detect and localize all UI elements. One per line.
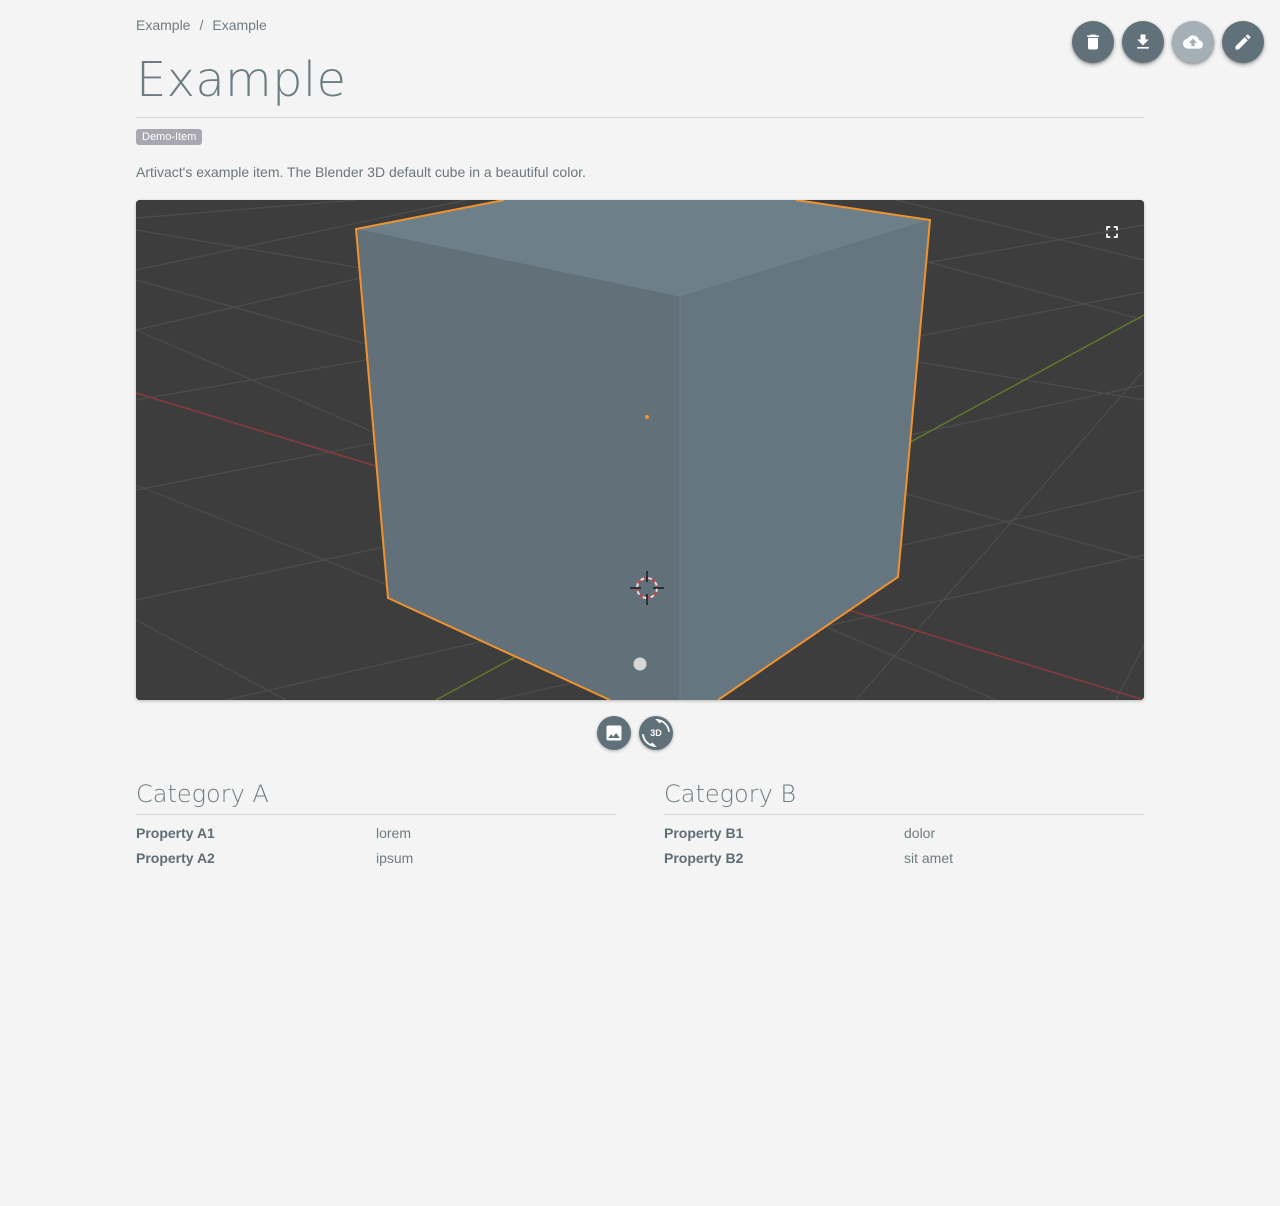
property-name: Property B1 [664, 825, 744, 841]
download-icon [1137, 34, 1149, 49]
3d-label: 3D [650, 728, 662, 738]
property-name: Property A2 [136, 850, 215, 866]
property-value: lorem [376, 825, 412, 841]
trash-icon [1087, 34, 1099, 50]
model-viewer[interactable] [136, 200, 1144, 700]
category-a-title: Category A [136, 780, 269, 808]
property-row: Property A2 ipsum [136, 849, 616, 874]
item-action-buttons [1072, 21, 1264, 63]
property-row: Property B2 sit amet [664, 849, 1144, 874]
viewer-scene [136, 200, 1144, 700]
property-value: dolor [904, 825, 936, 841]
edit-button[interactable] [1222, 21, 1264, 63]
category-b-title: Category B [664, 780, 797, 808]
property-row: Property B1 dolor [664, 824, 1144, 849]
category-a-section: Category A Property A1 lorem Property A2… [136, 778, 616, 874]
breadcrumb: Example / Example [136, 17, 267, 33]
category-b-divider [664, 814, 1144, 815]
breadcrumb-item-root[interactable]: Example [136, 17, 190, 33]
viewer-mode-switcher: 3D [597, 716, 673, 750]
fullscreen-icon [1106, 226, 1118, 238]
property-name: Property A1 [136, 825, 215, 841]
pencil-icon [1235, 34, 1251, 50]
delete-button[interactable] [1072, 21, 1114, 63]
page-title: Example [136, 52, 347, 108]
property-row: Property A1 lorem [136, 824, 616, 849]
image-mode-button[interactable] [597, 716, 631, 750]
origin-point [645, 415, 649, 419]
item-details-page: Example / Example Example Demo-Item Arti… [0, 0, 1280, 1206]
category-a-divider [136, 814, 616, 815]
property-value: sit amet [904, 850, 954, 866]
tag-badge[interactable]: Demo-Item [136, 129, 203, 145]
category-b-section: Category B Property B1 dolor Property B2… [664, 778, 1144, 874]
3d-mode-button[interactable]: 3D [639, 716, 673, 750]
property-value: ipsum [376, 850, 414, 866]
item-description: Artivact's example item. The Blender 3D … [136, 164, 586, 180]
cloud-upload-icon [1183, 35, 1203, 49]
breadcrumb-separator: / [199, 17, 204, 33]
breadcrumb-item-current[interactable]: Example [212, 17, 266, 33]
title-divider [136, 117, 1144, 118]
fullscreen-button[interactable] [1102, 222, 1122, 242]
upload-button[interactable] [1172, 21, 1214, 63]
light-source-icon [633, 657, 647, 671]
image-icon [606, 725, 622, 741]
download-button[interactable] [1122, 21, 1164, 63]
property-name: Property B2 [664, 850, 744, 866]
